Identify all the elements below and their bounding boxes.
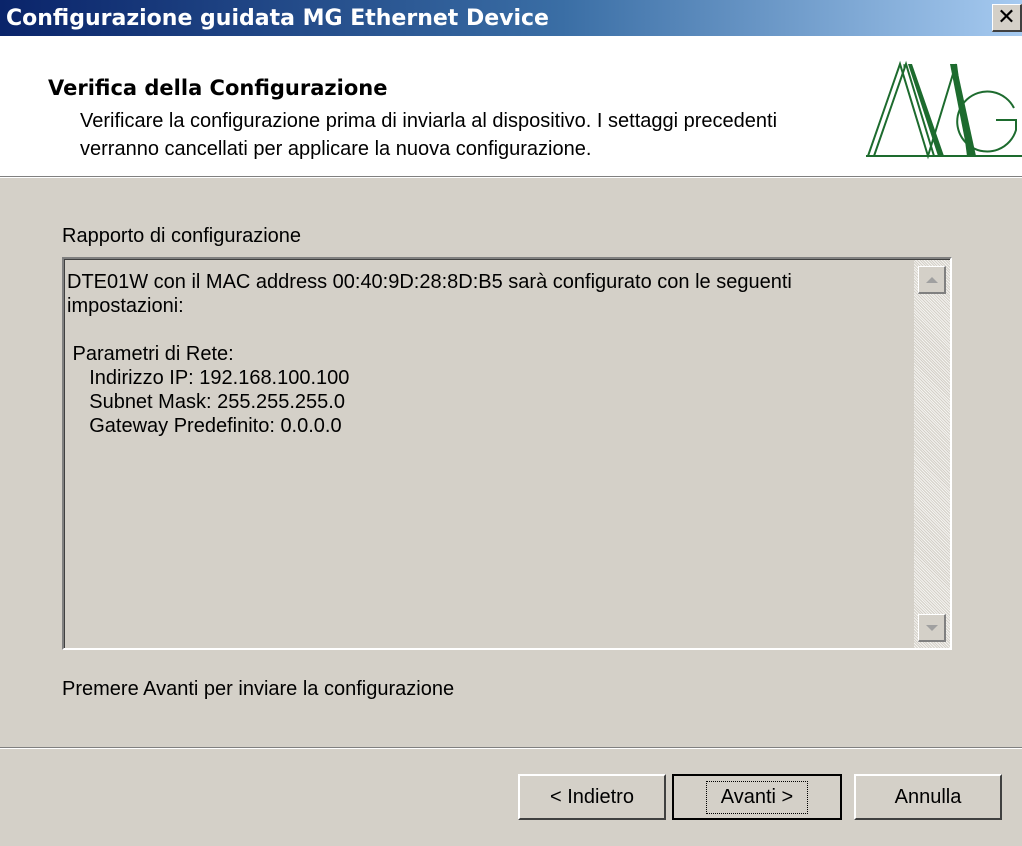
- cancel-button-label: Annulla: [894, 785, 962, 808]
- wizard-header: Verifica della Configurazione Verificare…: [0, 36, 1022, 176]
- report-line: [67, 318, 897, 342]
- report-label: Rapporto di configurazione: [62, 225, 302, 247]
- vertical-scrollbar[interactable]: [914, 260, 950, 648]
- scroll-up-button[interactable]: [918, 266, 946, 294]
- report-line: Gateway Predefinito: 0.0.0.0: [67, 415, 342, 437]
- report-line: impostazioni:: [67, 295, 184, 317]
- title-bar[interactable]: Configurazione guidata MG Ethernet Devic…: [0, 0, 1022, 36]
- next-button[interactable]: Avanti >: [672, 774, 842, 820]
- report-textarea[interactable]: DTE01W con il MAC address 00:40:9D:28:8D…: [62, 257, 952, 650]
- report-line: Indirizzo IP: 192.168.100.100: [67, 367, 350, 389]
- header-divider: [0, 176, 1022, 178]
- next-button-label: Avanti >: [705, 780, 809, 814]
- close-button[interactable]: ✕: [992, 4, 1022, 32]
- page-description: Verificare la configurazione prima di in…: [80, 110, 778, 160]
- mg-logo: [866, 60, 1022, 160]
- close-icon: ✕: [997, 4, 1016, 30]
- window-title: Configurazione guidata MG Ethernet Devic…: [6, 6, 549, 31]
- page-title: Verifica della Configurazione: [48, 76, 388, 100]
- back-button-label: < Indietro: [550, 785, 634, 808]
- report-line: Subnet Mask: 255.255.255.0: [67, 391, 345, 413]
- footer-divider: [0, 747, 1022, 749]
- report-line: DTE01W con il MAC address 00:40:9D:28:8D…: [67, 271, 792, 293]
- scroll-down-button[interactable]: [918, 614, 946, 642]
- report-line: Parametri di Rete:: [67, 343, 234, 365]
- scroll-down-arrow-icon: [925, 624, 938, 631]
- cancel-button[interactable]: Annulla: [854, 774, 1002, 820]
- report-content: DTE01W con il MAC address 00:40:9D:28:8D…: [67, 270, 897, 438]
- scroll-up-arrow-icon: [925, 276, 938, 283]
- instruction-text: Premere Avanti per inviare la configuraz…: [62, 678, 455, 700]
- back-button[interactable]: < Indietro: [518, 774, 666, 820]
